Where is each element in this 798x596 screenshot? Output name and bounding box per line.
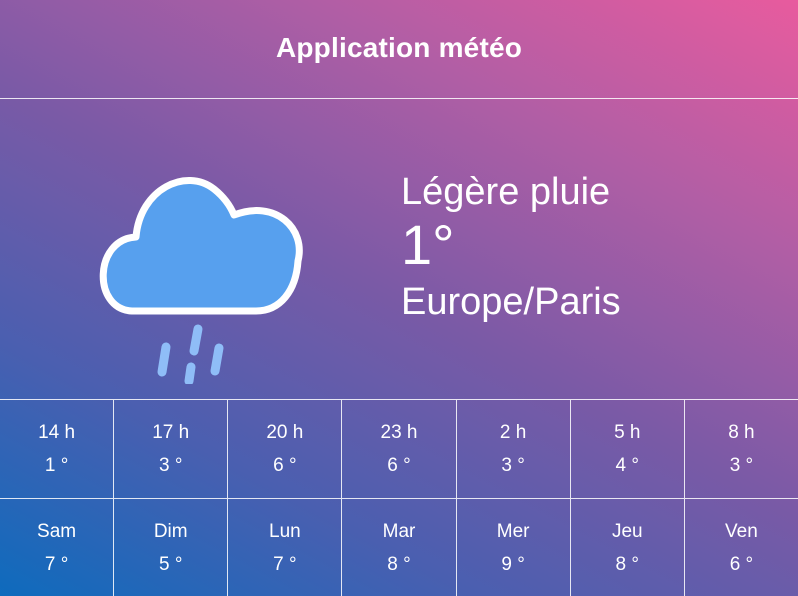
hour-temp: 6 ° bbox=[273, 455, 297, 476]
daily-cell: Mer 9 ° bbox=[457, 499, 571, 596]
daily-cell: Jeu 8 ° bbox=[571, 499, 685, 596]
hour-label: 5 h bbox=[614, 422, 641, 443]
hour-temp: 3 ° bbox=[729, 455, 754, 476]
rain-drops bbox=[157, 324, 224, 384]
rain-drop bbox=[184, 362, 196, 384]
app-header: Application météo bbox=[0, 0, 798, 99]
day-label: Sam bbox=[37, 521, 77, 542]
day-temp: 7 ° bbox=[273, 554, 297, 575]
daily-forecast: Sam 7 ° Dim 5 ° Lun 7 ° Mar 8 ° Mer 9 ° … bbox=[0, 498, 798, 596]
hour-label: 23 h bbox=[380, 422, 418, 443]
current-info: Légère pluie 1° Europe/Paris bbox=[401, 169, 621, 325]
day-label: Lun bbox=[269, 521, 301, 542]
daily-cell: Mar 8 ° bbox=[342, 499, 457, 596]
day-label: Mer bbox=[496, 521, 530, 542]
day-label: Dim bbox=[153, 521, 188, 542]
current-weather: Légère pluie 1° Europe/Paris bbox=[0, 99, 798, 399]
app-title: Application météo bbox=[275, 32, 523, 63]
day-label: Jeu bbox=[611, 521, 643, 542]
day-temp: 7 ° bbox=[44, 554, 69, 575]
current-temperature: 1° bbox=[401, 213, 455, 276]
daily-cell: Dim 5 ° bbox=[114, 499, 229, 596]
hour-label: 20 h bbox=[266, 422, 304, 443]
hour-label: 14 h bbox=[38, 422, 76, 443]
day-temp: 8 ° bbox=[387, 554, 411, 575]
cloud-shape bbox=[99, 176, 303, 315]
hour-temp: 3 ° bbox=[501, 455, 525, 476]
location-label: Europe/Paris bbox=[401, 281, 621, 323]
hourly-cell: 8 h 3 ° bbox=[685, 400, 798, 498]
day-temp: 9 ° bbox=[501, 554, 525, 575]
weather-app: Application météo Légère pluie 1° Europe… bbox=[0, 0, 798, 596]
rain-drop bbox=[189, 324, 203, 356]
hour-label: 2 h bbox=[499, 422, 527, 443]
day-temp: 8 ° bbox=[615, 554, 639, 575]
day-temp: 5 ° bbox=[158, 554, 183, 575]
hour-label: 17 h bbox=[152, 422, 190, 443]
hour-temp: 4 ° bbox=[615, 455, 639, 476]
daily-cell: Ven 6 ° bbox=[685, 499, 798, 596]
hourly-cell: 2 h 3 ° bbox=[457, 400, 571, 498]
rain-cloud-icon bbox=[99, 176, 303, 384]
weather-condition: Légère pluie bbox=[401, 171, 611, 213]
hourly-cell: 5 h 4 ° bbox=[571, 400, 685, 498]
day-temp: 6 ° bbox=[729, 554, 754, 575]
hourly-cell: 17 h 3 ° bbox=[114, 400, 229, 498]
hour-temp: 6 ° bbox=[387, 455, 411, 476]
hour-temp: 3 ° bbox=[158, 455, 183, 476]
hourly-cell: 23 h 6 ° bbox=[342, 400, 457, 498]
daily-cell: Sam 7 ° bbox=[0, 499, 115, 596]
day-label: Mar bbox=[382, 521, 416, 542]
hour-label: 8 h bbox=[728, 422, 755, 443]
rain-drop bbox=[210, 343, 224, 376]
daily-cell: Lun 7 ° bbox=[228, 499, 343, 596]
hourly-forecast: 14 h 1 ° 17 h 3 ° 20 h 6 ° 23 h 6 ° 2 h … bbox=[0, 399, 798, 498]
day-label: Ven bbox=[725, 521, 758, 542]
hour-temp: 1 ° bbox=[44, 455, 69, 476]
hourly-cell: 20 h 6 ° bbox=[228, 400, 343, 498]
hourly-cell: 14 h 1 ° bbox=[0, 400, 115, 498]
rain-drop bbox=[157, 342, 171, 377]
